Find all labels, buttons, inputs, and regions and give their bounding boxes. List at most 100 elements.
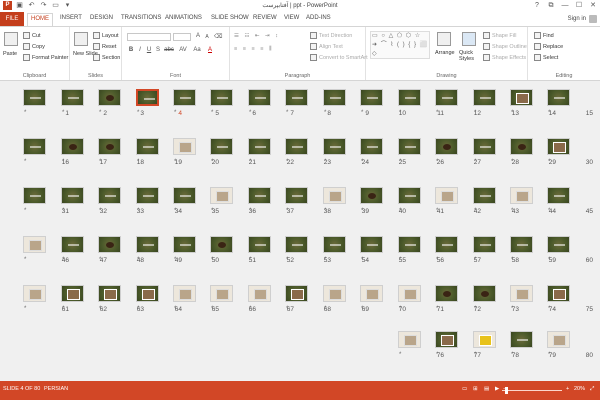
- slide-thumbnail[interactable]: [510, 138, 533, 155]
- slide-counter[interactable]: SLIDE 4 OF 80: [3, 386, 40, 392]
- shape-fill-button[interactable]: Shape Fill: [483, 32, 516, 39]
- slide-thumbnail[interactable]: [323, 89, 346, 106]
- font-color-button[interactable]: A: [206, 47, 214, 53]
- slide-thumbnail[interactable]: [398, 187, 421, 204]
- align-text-button[interactable]: Align Text: [310, 43, 343, 50]
- text-direction-button[interactable]: Text Direction: [310, 32, 352, 39]
- slide-thumbnail[interactable]: [136, 285, 159, 302]
- paste-button[interactable]: Paste: [3, 51, 17, 57]
- zoom-slider-thumb[interactable]: [505, 387, 509, 394]
- close-icon[interactable]: ✕: [586, 0, 600, 12]
- zoom-in-icon[interactable]: +: [566, 386, 569, 392]
- tab-view[interactable]: VIEW: [284, 15, 299, 21]
- alignment-buttons[interactable]: ≡ ≡ ≡ ≡ ⫼: [234, 46, 273, 53]
- tab-review[interactable]: REVIEW: [253, 15, 277, 21]
- transition-star-icon[interactable]: *: [24, 257, 26, 263]
- slide-thumbnail[interactable]: [360, 138, 383, 155]
- language-indicator[interactable]: PERSIAN: [44, 386, 68, 392]
- slide-thumbnail[interactable]: [360, 285, 383, 302]
- transition-star-icon[interactable]: *: [24, 306, 26, 312]
- italic-button[interactable]: I: [136, 47, 144, 53]
- arrange-button[interactable]: Arrange: [435, 50, 455, 56]
- slideshow-view-icon[interactable]: ▶: [495, 386, 499, 392]
- slide-thumbnail[interactable]: [398, 89, 421, 106]
- slide-thumbnail[interactable]: [323, 285, 346, 302]
- slide-thumbnail[interactable]: [547, 236, 570, 253]
- slide-thumbnail[interactable]: [323, 187, 346, 204]
- transition-star-icon[interactable]: *: [399, 352, 401, 358]
- shrink-font-button[interactable]: A: [203, 34, 211, 40]
- slide-thumbnail[interactable]: [173, 187, 196, 204]
- slide-thumbnail[interactable]: [23, 89, 46, 106]
- slide-thumbnail[interactable]: [360, 187, 383, 204]
- slide-thumbnail[interactable]: [23, 138, 46, 155]
- slide-thumbnail[interactable]: [510, 89, 533, 106]
- slide-thumbnail[interactable]: [473, 187, 496, 204]
- sign-in-link[interactable]: Sign in: [568, 16, 586, 22]
- tab-home[interactable]: HOME: [27, 13, 53, 26]
- slide-thumbnail[interactable]: [435, 187, 458, 204]
- slide-thumbnail[interactable]: [23, 187, 46, 204]
- tab-insert[interactable]: INSERT: [60, 15, 82, 21]
- slide-thumbnail[interactable]: [473, 236, 496, 253]
- slide-thumbnail[interactable]: [136, 138, 159, 155]
- slide-thumbnail[interactable]: [398, 331, 421, 348]
- slide-thumbnail[interactable]: [173, 285, 196, 302]
- slide-thumbnail[interactable]: [435, 331, 458, 348]
- slide-sorter-view-icon[interactable]: ⊞: [473, 386, 478, 392]
- tab-slide-show[interactable]: SLIDE SHOW: [211, 15, 249, 21]
- replace-button[interactable]: Replace: [534, 43, 563, 50]
- fit-to-window-icon[interactable]: ⤢: [590, 386, 594, 393]
- help-icon[interactable]: ?: [530, 0, 544, 12]
- slide-thumbnail[interactable]: [510, 236, 533, 253]
- slide-thumbnail[interactable]: [248, 187, 271, 204]
- slide-thumbnail[interactable]: [61, 187, 84, 204]
- find-button[interactable]: Find: [534, 32, 554, 39]
- underline-button[interactable]: U: [145, 47, 153, 53]
- slide-thumbnail[interactable]: [473, 89, 496, 106]
- maximize-icon[interactable]: ☐: [572, 0, 586, 12]
- slide-thumbnail[interactable]: [248, 236, 271, 253]
- slide-thumbnail[interactable]: [398, 236, 421, 253]
- slide-thumbnail[interactable]: [98, 236, 121, 253]
- select-button[interactable]: Select: [534, 54, 558, 61]
- slide-thumbnail[interactable]: [98, 138, 121, 155]
- slide-thumbnail[interactable]: [248, 285, 271, 302]
- user-avatar[interactable]: [589, 15, 597, 23]
- slide-thumbnail[interactable]: [248, 89, 271, 106]
- ribbon-display-icon[interactable]: ⧉: [544, 0, 558, 12]
- grow-font-button[interactable]: A: [194, 33, 202, 39]
- normal-view-icon[interactable]: ▭: [462, 386, 467, 392]
- slide-thumbnail[interactable]: [136, 89, 159, 106]
- tab-animations[interactable]: ANIMATIONS: [165, 15, 202, 21]
- slide-thumbnail[interactable]: [173, 138, 196, 155]
- tab-design[interactable]: DESIGN: [90, 15, 113, 21]
- tab-file[interactable]: FILE: [0, 12, 24, 26]
- tab-add-ins[interactable]: ADD-INS: [306, 15, 331, 21]
- slide-thumbnail[interactable]: [61, 285, 84, 302]
- minimize-icon[interactable]: —: [558, 0, 572, 12]
- slide-thumbnail[interactable]: [210, 236, 233, 253]
- slide-thumbnail[interactable]: [61, 236, 84, 253]
- transition-star-icon[interactable]: *: [24, 110, 26, 116]
- list-buttons[interactable]: ☰ ☷ ⇤ ⇥ ↕: [234, 33, 280, 39]
- slide-thumbnail[interactable]: [473, 285, 496, 302]
- slide-thumbnail[interactable]: [435, 138, 458, 155]
- change-case-button[interactable]: Aa: [192, 47, 202, 53]
- slide-thumbnail[interactable]: [285, 89, 308, 106]
- font-name-combo[interactable]: [127, 33, 171, 41]
- slide-thumbnail[interactable]: [510, 285, 533, 302]
- slide-thumbnail[interactable]: [136, 187, 159, 204]
- slide-thumbnail[interactable]: [210, 285, 233, 302]
- slide-thumbnail[interactable]: [248, 138, 271, 155]
- slide-thumbnail[interactable]: [435, 89, 458, 106]
- shape-effects-button[interactable]: Shape Effects: [483, 54, 526, 61]
- slide-thumbnail[interactable]: [23, 285, 46, 302]
- slide-thumbnail[interactable]: [398, 138, 421, 155]
- slide-thumbnail[interactable]: [473, 138, 496, 155]
- slide-thumbnail[interactable]: [360, 236, 383, 253]
- clear-formatting-button[interactable]: ⌫: [214, 33, 222, 40]
- slide-thumbnail[interactable]: [323, 236, 346, 253]
- cut-button[interactable]: Cut: [23, 32, 41, 39]
- zoom-level[interactable]: 20%: [574, 386, 585, 392]
